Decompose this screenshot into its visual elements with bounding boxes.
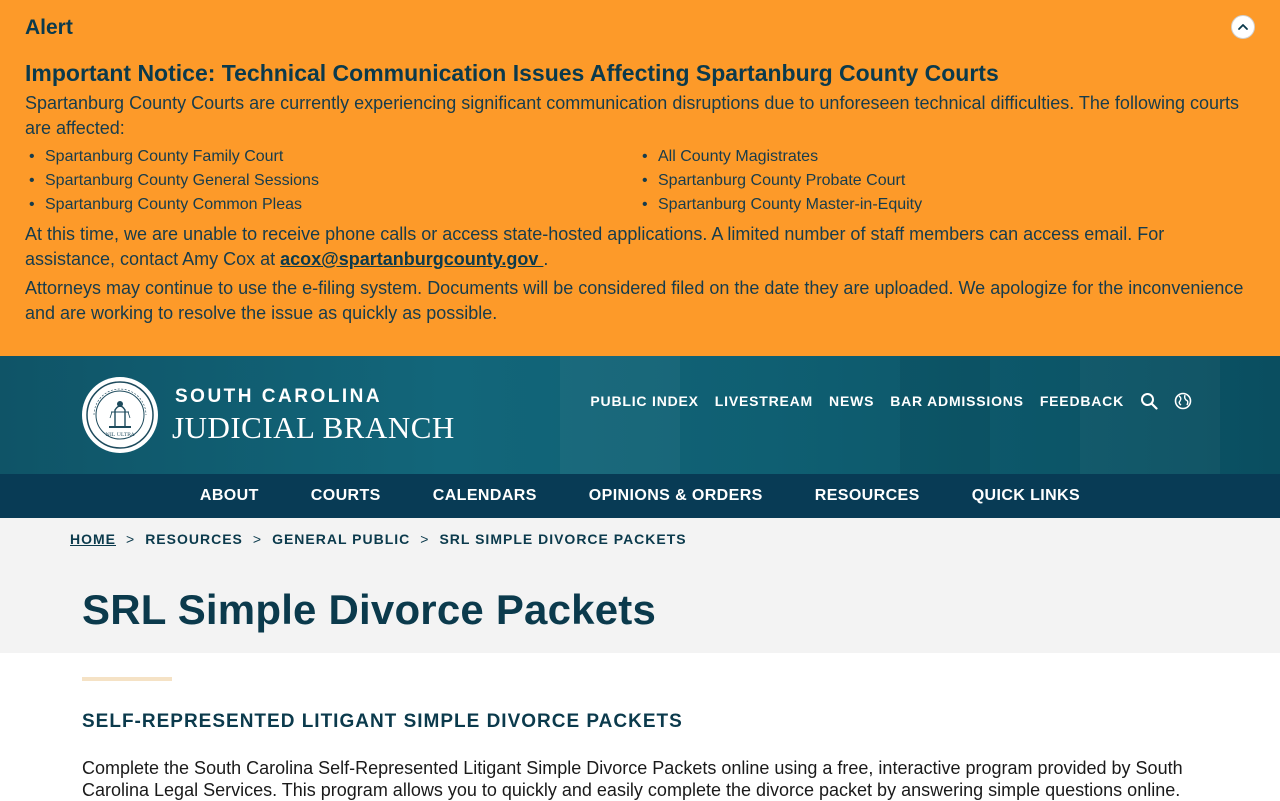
title-band: HOME > RESOURCES > GENERAL PUBLIC > SRL … [0, 518, 1280, 653]
breadcrumb-resources[interactable]: RESOURCES [145, 531, 243, 547]
nav-news[interactable]: NEWS [829, 393, 874, 409]
alert-collapse-button[interactable] [1231, 15, 1255, 39]
nav-resources[interactable]: RESOURCES [815, 487, 920, 505]
affected-courts-list-right: All County Magistrates Spartanburg Count… [638, 145, 1251, 217]
header-texture [1080, 356, 1220, 474]
alert-intro: Spartanburg County Courts are currently … [25, 93, 1239, 138]
breadcrumb-separator: > [252, 531, 263, 547]
nav-livestream[interactable]: LIVESTREAM [715, 393, 813, 409]
section-heading: SELF-REPRESENTED LITIGANT SIMPLE DIVORCE… [82, 711, 683, 732]
language-button[interactable] [1174, 392, 1192, 410]
header-texture [560, 356, 680, 474]
nav-about[interactable]: ABOUT [200, 487, 259, 505]
breadcrumb: HOME > RESOURCES > GENERAL PUBLIC > SRL … [70, 531, 687, 547]
brand-state[interactable]: SOUTH CAROLINA [175, 386, 382, 408]
list-item: Spartanburg County General Sessions [25, 169, 638, 193]
list-item: Spartanburg County Family Court [25, 145, 638, 169]
chevron-up-icon [1238, 24, 1248, 30]
header-texture [900, 356, 990, 474]
list-item: Spartanburg County Common Pleas [25, 193, 638, 217]
list-item: Spartanburg County Master-in-Equity [638, 193, 1251, 217]
utility-nav: PUBLIC INDEX LIVESTREAM NEWS BAR ADMISSI… [574, 390, 1192, 412]
nav-public-index[interactable]: PUBLIC INDEX [590, 393, 698, 409]
breadcrumb-separator: > [420, 531, 430, 547]
nav-courts[interactable]: COURTS [311, 487, 381, 505]
supreme-court-seal-icon[interactable]: NIL ULTRA [82, 377, 158, 453]
breadcrumb-current: SRL SIMPLE DIVORCE PACKETS [439, 531, 687, 547]
globe-icon [1174, 392, 1192, 410]
site-header: NIL ULTRA SOUTH CAROLINA JUDICIAL BRANCH… [0, 356, 1280, 474]
nav-calendars[interactable]: CALENDARS [433, 487, 537, 505]
search-icon [1141, 393, 1158, 410]
nav-bar-admissions[interactable]: BAR ADMISSIONS [890, 393, 1024, 409]
affected-courts: Spartanburg County Family Court Spartanb… [25, 145, 1255, 217]
nav-quick-links[interactable]: QUICK LINKS [972, 487, 1080, 505]
accent-divider [82, 677, 172, 681]
nav-feedback[interactable]: FEEDBACK [1040, 393, 1124, 409]
alert-contact: At this time, we are unable to receive p… [25, 222, 1255, 272]
page-title: SRL Simple Divorce Packets [82, 586, 657, 633]
main-nav: ABOUT COURTS CALENDARS OPINIONS & ORDERS… [0, 474, 1280, 518]
affected-courts-list-left: Spartanburg County Family Court Spartanb… [25, 145, 638, 217]
breadcrumb-separator: > [126, 531, 136, 547]
search-button[interactable] [1140, 392, 1158, 410]
alert-banner: Alert Important Notice: Technical Commun… [0, 0, 1280, 356]
alert-title: Important Notice: Technical Communicatio… [25, 60, 999, 86]
alert-efiling: Attorneys may continue to use the e-fili… [25, 278, 1244, 323]
seal-motto: NIL ULTRA [105, 432, 134, 438]
list-item: Spartanburg County Probate Court [638, 169, 1251, 193]
alert-contact-text: At this time, we are unable to receive p… [25, 224, 1165, 269]
alert-label: Alert [25, 16, 73, 39]
alert-contact-end: . [543, 249, 549, 269]
brand-name[interactable]: JUDICIAL BRANCH [172, 410, 455, 446]
body-paragraph: Complete the South Carolina Self-Represe… [82, 758, 1183, 800]
list-item: All County Magistrates [638, 145, 1251, 169]
contact-email-link[interactable]: acox@spartanburgcounty.gov [280, 249, 543, 269]
nav-opinions-orders[interactable]: OPINIONS & ORDERS [589, 487, 763, 505]
breadcrumb-general-public[interactable]: GENERAL PUBLIC [272, 531, 410, 547]
breadcrumb-home[interactable]: HOME [70, 531, 116, 547]
